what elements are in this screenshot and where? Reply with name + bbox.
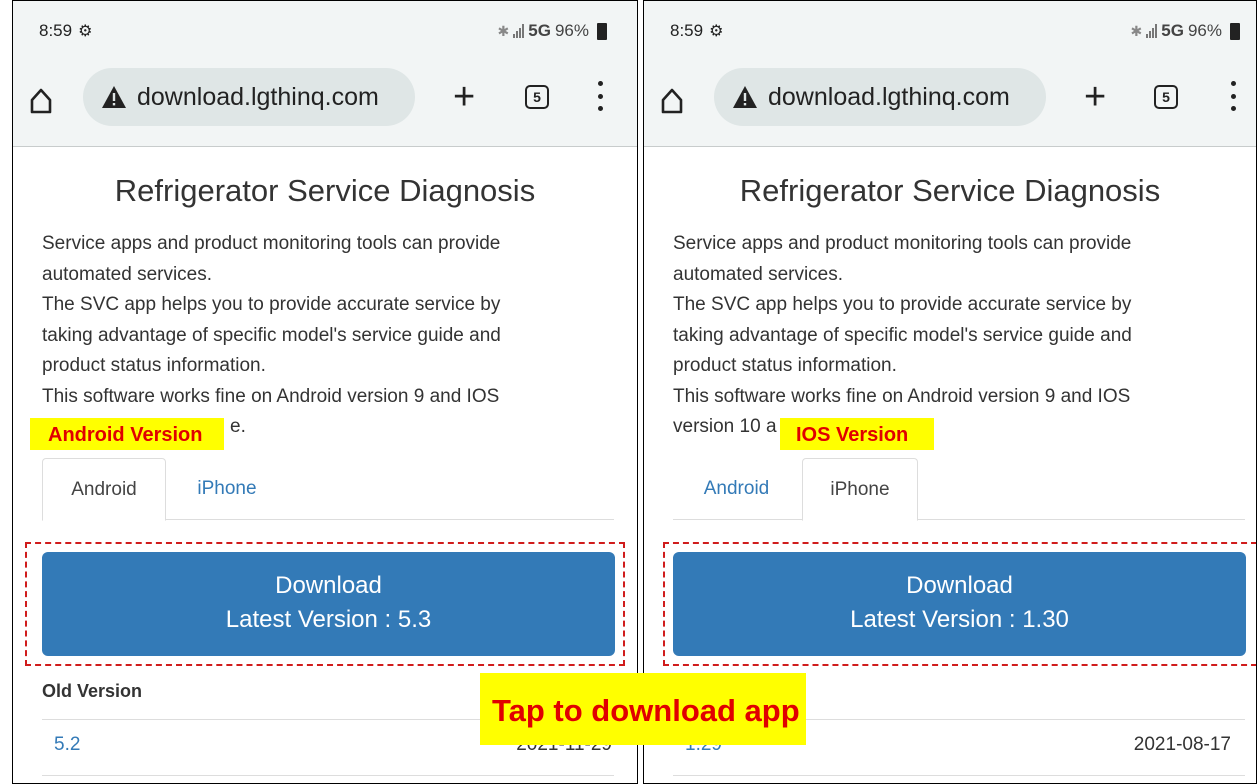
tab-android[interactable]: Android (673, 458, 800, 520)
battery-icon (1230, 22, 1240, 40)
tabs-icon[interactable]: 5 (525, 85, 549, 109)
url-text: download.lgthinq.com (137, 82, 379, 111)
signal-icon (513, 24, 525, 38)
page-title: Refrigerator Service Diagnosis (739, 173, 1161, 208)
platform-tabs: Android iPhone (42, 458, 614, 521)
browser-toolbar: download.lgthinq.com + 5 (13, 61, 637, 147)
callout-tap-to-download: Tap to download app (480, 673, 806, 745)
menu-icon[interactable] (1230, 81, 1236, 111)
phone-screenshot-android: 8:59 ⚙ ✱ 5G 96% download.lgthinq.com + 5 … (12, 0, 638, 784)
bluetooth-icon: ✱ (1130, 22, 1143, 39)
status-indicators: ✱ 5G 96% (498, 21, 607, 41)
battery-percent: 96% (1187, 21, 1222, 40)
home-icon[interactable] (29, 87, 53, 115)
page-title: Refrigerator Service Diagnosis (114, 173, 536, 208)
tab-android[interactable]: Android (42, 458, 166, 521)
battery-icon (597, 22, 607, 40)
browser-toolbar: download.lgthinq.com + 5 (644, 61, 1256, 147)
network-type: 5G (528, 21, 551, 40)
warning-icon[interactable] (732, 85, 758, 109)
battery-percent: 96% (554, 21, 589, 40)
plus-icon[interactable]: + (1084, 78, 1106, 116)
download-button[interactable]: Download Latest Version : 5.3 (42, 552, 615, 656)
signal-icon (1146, 24, 1158, 38)
network-type: 5G (1161, 21, 1184, 40)
description: Service apps and product monitoring tool… (42, 233, 501, 437)
status-time: 8:59 ⚙ (670, 21, 724, 40)
status-bar: 8:59 ⚙ ✱ 5G 96% (644, 1, 1256, 61)
callout-android-version: Android Version (30, 418, 224, 450)
home-icon[interactable] (660, 87, 684, 115)
warning-icon[interactable] (101, 85, 127, 109)
tabs-icon[interactable]: 5 (1154, 85, 1178, 109)
address-bar[interactable]: download.lgthinq.com (714, 68, 1046, 126)
menu-icon[interactable] (597, 81, 603, 111)
status-bar: 8:59 ⚙ ✱ 5G 96% (13, 1, 637, 61)
divider (42, 775, 614, 776)
gear-icon: ⚙ (709, 23, 724, 40)
old-version-link[interactable]: 5.2 (54, 734, 80, 756)
download-button[interactable]: Download Latest Version : 1.30 (673, 552, 1246, 656)
address-bar[interactable]: download.lgthinq.com (83, 68, 415, 126)
platform-tabs: Android iPhone (673, 458, 1245, 521)
tab-iphone[interactable]: iPhone (802, 458, 918, 521)
status-time: 8:59 ⚙ (39, 21, 93, 40)
tab-iphone[interactable]: iPhone (167, 458, 287, 520)
phone-screenshot-ios: 8:59 ⚙ ✱ 5G 96% download.lgthinq.com + 5 … (643, 0, 1257, 784)
callout-ios-version: IOS Version (780, 418, 934, 450)
gear-icon: ⚙ (78, 23, 93, 40)
old-version-label: Old Version (42, 681, 143, 701)
status-indicators: ✱ 5G 96% (1131, 21, 1240, 41)
old-version-date: 2021-08-17 (1133, 734, 1231, 755)
divider (673, 775, 1245, 776)
plus-icon[interactable]: + (453, 78, 475, 116)
url-text: download.lgthinq.com (768, 82, 1010, 111)
bluetooth-icon: ✱ (497, 22, 510, 39)
description: Service apps and product monitoring tool… (673, 233, 1132, 437)
